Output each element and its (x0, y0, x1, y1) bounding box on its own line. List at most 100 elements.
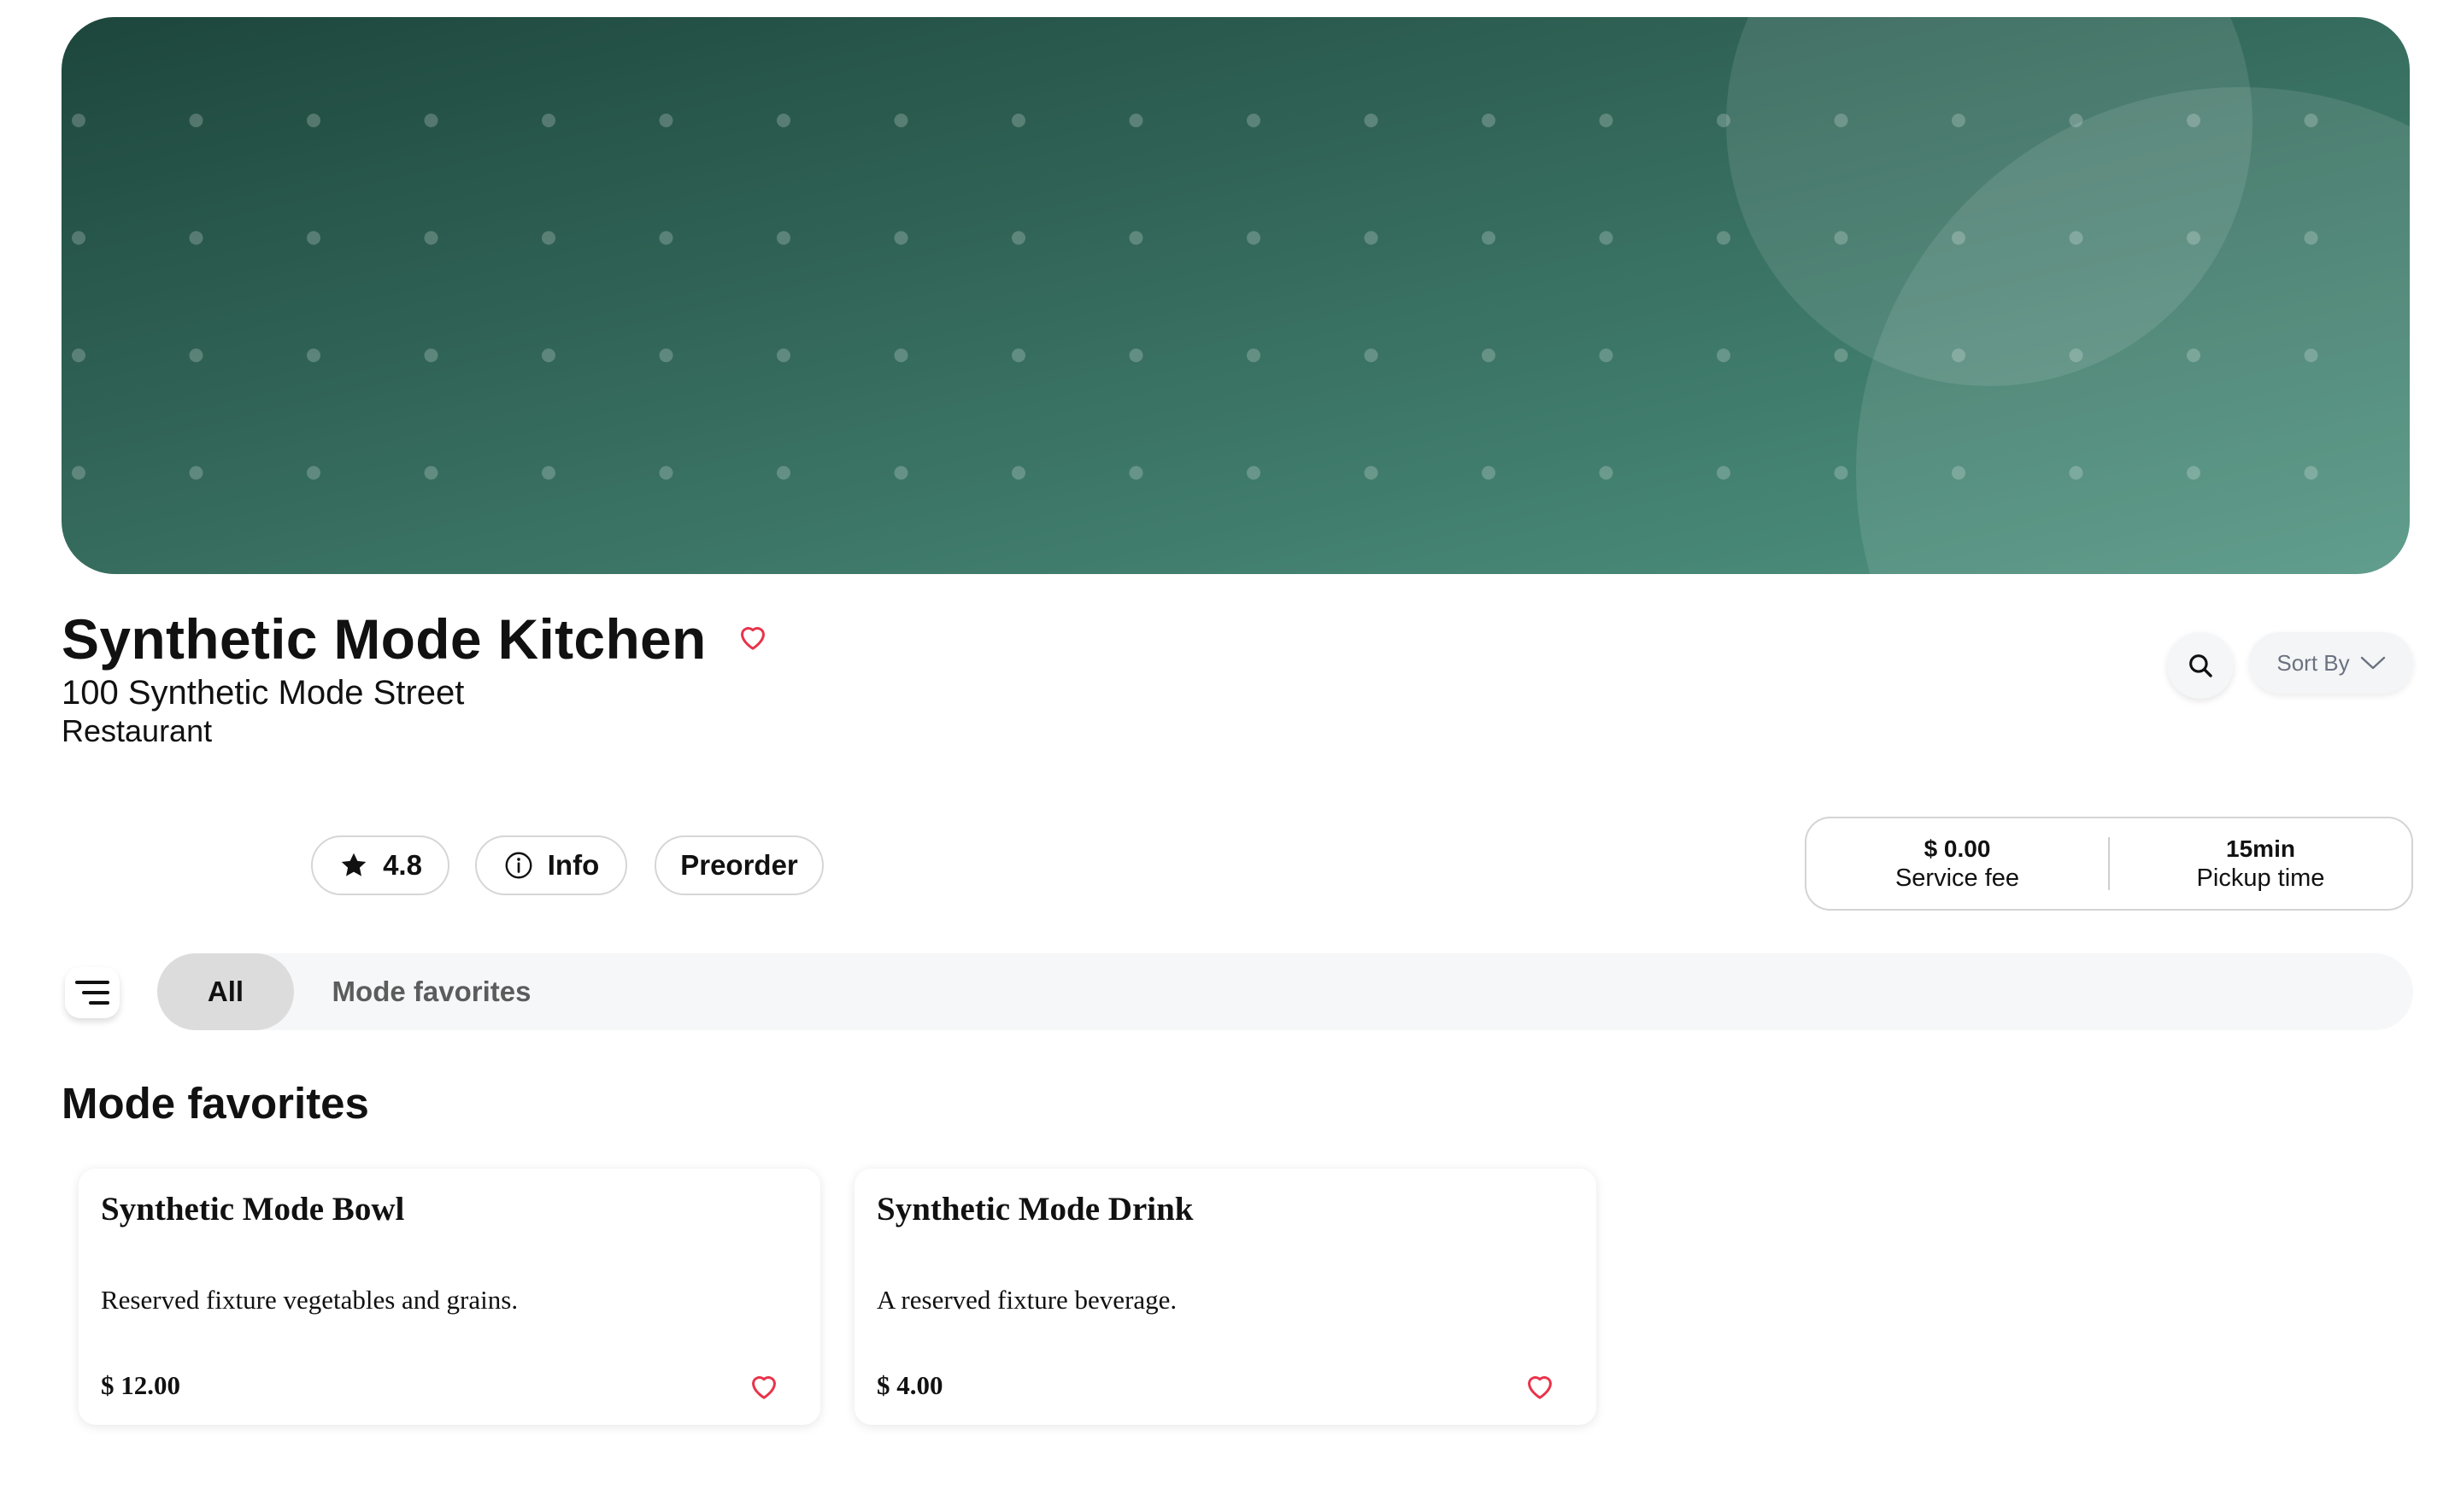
info-label: Info (547, 849, 600, 881)
hero-dot (1012, 466, 1025, 480)
hero-dot (424, 114, 438, 127)
heart-outline-icon (752, 1376, 776, 1399)
hero-dot (1364, 231, 1378, 245)
item-favorite-button[interactable] (1521, 1367, 1559, 1404)
hero-dot (189, 231, 203, 245)
hero-dot (894, 466, 908, 480)
hero-dot (2304, 114, 2318, 127)
hero-dot (1599, 231, 1613, 245)
hero-dot (1599, 349, 1613, 362)
hero-pattern (62, 17, 2410, 574)
hero-dot (777, 114, 790, 127)
hero-dot (542, 114, 555, 127)
hero-dot (659, 231, 673, 245)
item-name: Synthetic Mode Bowl (101, 1191, 405, 1228)
category-tab-bar: All Mode favorites (157, 953, 2413, 1030)
hero-dot (1482, 349, 1495, 362)
hero-dot (72, 114, 85, 127)
hero-dot (777, 466, 790, 480)
hero-dot (1482, 114, 1495, 127)
info-circle-icon (505, 852, 532, 879)
service-info-card: $ 0.00 Service fee 15min Pickup time (1805, 817, 2413, 911)
pickup-time-label: Pickup time (2196, 864, 2325, 892)
hero-dot (424, 349, 438, 362)
info-button[interactable]: Info (475, 835, 627, 895)
hero-dot (2304, 349, 2318, 362)
category-menu-button[interactable] (65, 967, 120, 1018)
hero-dot (894, 231, 908, 245)
hero-dot (1012, 349, 1025, 362)
menu-lines-icon (75, 981, 109, 1005)
tab-mode-favorites[interactable]: Mode favorites (316, 953, 547, 1030)
hero-dot (894, 114, 908, 127)
sort-by-button[interactable]: Sort By (2249, 632, 2413, 694)
heart-outline-icon[interactable] (736, 624, 770, 653)
item-price: $ 4.00 (877, 1370, 943, 1400)
hero-dot (307, 114, 320, 127)
sort-by-label: Sort By (2276, 649, 2350, 676)
hero-dot (72, 231, 85, 245)
hero-dot (1952, 114, 1965, 127)
hero-dot (542, 231, 555, 245)
hero-dot (1482, 466, 1495, 480)
heart-outline-icon (1528, 1376, 1552, 1399)
item-price: $ 12.00 (101, 1370, 180, 1400)
rating-pill[interactable]: 4.8 (311, 835, 449, 895)
menu-item-card[interactable]: Synthetic Mode Drink A reserved fixture … (855, 1169, 1596, 1425)
hero-dot (2069, 231, 2083, 245)
hero-dot (1599, 466, 1613, 480)
hero-dot (1717, 231, 1730, 245)
search-button[interactable] (2167, 632, 2234, 699)
hero-dot (659, 466, 673, 480)
service-fee: $ 0.00 Service fee (1806, 835, 2108, 893)
hero-dot (2069, 349, 2083, 362)
hero-dot (1952, 349, 1965, 362)
item-description: A reserved fixture beverage. (877, 1285, 1178, 1315)
hero-dot (1012, 114, 1025, 127)
hero-dot (1834, 231, 1848, 245)
section-title: Mode favorites (62, 1079, 369, 1128)
hero-dot (1247, 466, 1260, 480)
hero-dot (894, 349, 908, 362)
pickup-time-value: 15min (2226, 835, 2295, 862)
restaurant-title-row: Synthetic Mode Kitchen (62, 605, 770, 673)
tab-all[interactable]: All (157, 953, 294, 1030)
hero-dot (424, 466, 438, 480)
search-icon (2189, 654, 2212, 677)
hero-dot (2187, 466, 2200, 480)
restaurant-page: Synthetic Mode Kitchen 100 Synthetic Mod… (0, 0, 2461, 1512)
preorder-label: Preorder (680, 849, 798, 881)
hero-dot (189, 349, 203, 362)
hero-dot (1247, 114, 1260, 127)
hero-dot (72, 349, 85, 362)
hero-dot (777, 231, 790, 245)
hero-dot (1247, 231, 1260, 245)
restaurant-address: 100 Synthetic Mode Street (62, 674, 465, 712)
hero-dot (1364, 114, 1378, 127)
hero-dot (1834, 349, 1848, 362)
hero-dot (307, 231, 320, 245)
hero-dot (189, 114, 203, 127)
menu-item-card[interactable]: Synthetic Mode Bowl Reserved fixture veg… (79, 1169, 820, 1425)
hero-dot (542, 349, 555, 362)
hero-dot (1012, 231, 1025, 245)
item-favorite-button[interactable] (745, 1367, 783, 1404)
item-description: Reserved fixture vegetables and grains. (101, 1285, 519, 1315)
hero-dot (1364, 349, 1378, 362)
hero-dot (1952, 231, 1965, 245)
preorder-button[interactable]: Preorder (655, 835, 824, 895)
hero-dot (1129, 466, 1143, 480)
hero-dot (1717, 466, 1730, 480)
hero-dot (542, 466, 555, 480)
pickup-time: 15min Pickup time (2110, 835, 2411, 893)
hero-banner (62, 17, 2410, 574)
hero-dot (1129, 231, 1143, 245)
hero-dot (307, 466, 320, 480)
hero-dot (777, 349, 790, 362)
hero-dot (1717, 114, 1730, 127)
item-name: Synthetic Mode Drink (877, 1191, 1194, 1228)
hero-dot (659, 114, 673, 127)
chevron-down-icon (2360, 656, 2385, 670)
hero-dot (2187, 114, 2200, 127)
hero-dot (424, 231, 438, 245)
